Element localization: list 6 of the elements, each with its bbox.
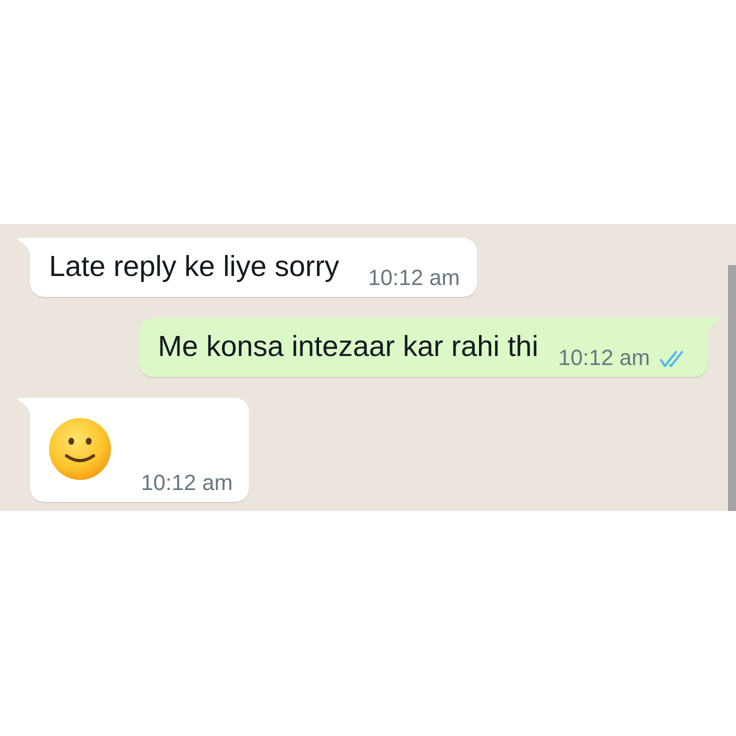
message-time: 10:12 am [558, 346, 650, 370]
message-time: 10:12 am [141, 471, 233, 495]
message-time: 10:12 am [368, 266, 460, 290]
scrollbar-thumb[interactable] [728, 265, 736, 511]
message-text: Me konsa intezaar kar rahi thi [158, 330, 538, 364]
message-text: Late reply ke liye sorry [49, 250, 340, 284]
